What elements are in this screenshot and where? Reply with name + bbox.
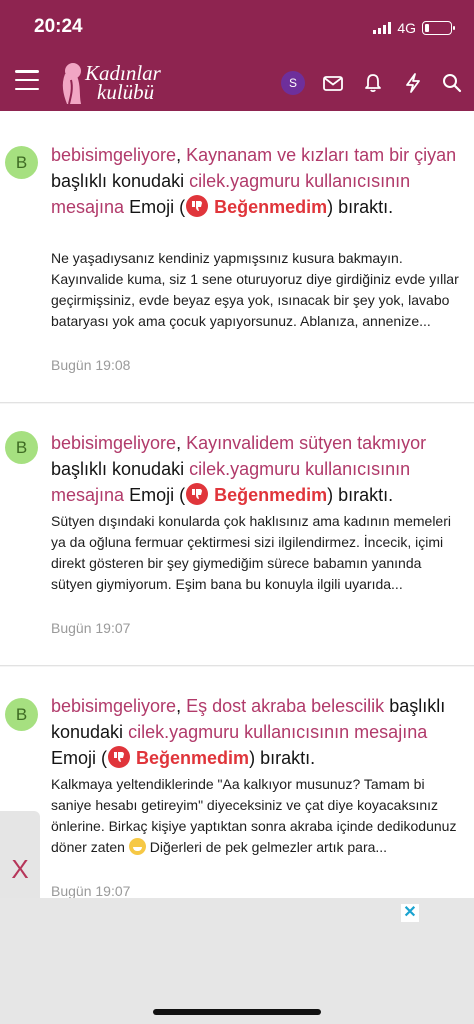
notification-title: bebisimgeliyore, Kayınvalidem sütyen tak…	[51, 433, 427, 505]
ad-close-button[interactable]: ✕	[401, 904, 419, 922]
thread-link[interactable]: Eş dost akraba belescilik	[186, 696, 384, 716]
reaction-label: Beğenmedim	[136, 748, 250, 768]
logo-text-line2: kulübü	[97, 80, 155, 104]
top-bar: 20:24 4G Kadınlar kulübü S	[0, 0, 474, 111]
notification-excerpt: Ne yaşadıysanız kendiniz yapmışsınız kus…	[51, 250, 459, 329]
bell-icon[interactable]	[362, 72, 384, 94]
emoji-word: Emoji	[129, 197, 175, 217]
end-text: bıraktı.	[260, 748, 316, 768]
notification-item[interactable]: B bebisimgeliyore, Kaynanam ve kızları t…	[0, 111, 474, 403]
mid-text: başlıklı konudaki	[51, 171, 185, 191]
status-indicators: 4G	[373, 20, 455, 36]
user-avatar[interactable]: S	[281, 71, 305, 95]
signal-icon	[373, 22, 392, 34]
user-avatar-b[interactable]: B	[5, 698, 38, 731]
mid-text: başlıklı konudaki	[51, 459, 185, 479]
app-screen: 20:24 4G Kadınlar kulübü S B bebisimgeli…	[0, 0, 474, 1024]
user-link[interactable]: bebisimgeliyore	[51, 696, 176, 716]
notification-title: bebisimgeliyore, Eş dost akraba belescil…	[51, 696, 446, 768]
status-time: 20:24	[34, 16, 83, 37]
end-text: bıraktı.	[338, 197, 394, 217]
notification-time: Bugün 19:07	[51, 883, 131, 899]
battery-level	[425, 24, 429, 32]
excerpt-part2: Diğerleri de pek gelmezler artık para...	[149, 839, 388, 855]
user-avatar-b[interactable]: B	[5, 146, 38, 179]
emoji-word: Emoji	[129, 485, 175, 505]
notification-excerpt: Sütyen dışındaki konularda çok haklısını…	[51, 513, 451, 592]
user-avatar-b[interactable]: B	[5, 431, 38, 464]
lightning-icon[interactable]	[402, 72, 424, 94]
site-logo[interactable]: Kadınlar kulübü	[59, 60, 171, 105]
notification-excerpt: Kalkmaya yeltendiklerinde "Aa kalkıyor m…	[51, 774, 459, 858]
user-link[interactable]: bebisimgeliyore	[51, 433, 176, 453]
thumbs-down-icon	[186, 483, 209, 505]
notification-time: Bugün 19:08	[51, 357, 131, 373]
mail-icon[interactable]	[322, 72, 344, 94]
reaction-label: Beğenmedim	[214, 485, 328, 505]
target-link[interactable]: cilek.yagmuru kullanıcısının mesajına	[128, 722, 427, 742]
reaction-label: Beğenmedim	[214, 197, 328, 217]
end-text: bıraktı.	[338, 485, 394, 505]
battery-icon	[422, 21, 455, 35]
notification-item[interactable]: B bebisimgeliyore, Kayınvalidem sütyen t…	[0, 404, 474, 666]
emoji-word: Emoji	[51, 748, 97, 768]
grin-emoji-icon	[128, 838, 146, 855]
thumbs-down-icon	[186, 195, 209, 217]
notification-title: bebisimgeliyore, Kaynanam ve kızları tam…	[51, 145, 457, 217]
menu-icon[interactable]	[15, 70, 39, 90]
home-indicator[interactable]	[153, 1009, 321, 1015]
network-label: 4G	[397, 20, 416, 36]
user-link[interactable]: bebisimgeliyore	[51, 145, 176, 165]
thumbs-down-icon	[108, 746, 131, 768]
notification-time: Bugün 19:07	[51, 620, 131, 636]
thread-link[interactable]: Kaynanam ve kızları tam bir çiyan	[186, 145, 456, 165]
search-icon[interactable]	[441, 72, 463, 94]
thread-link[interactable]: Kayınvalidem sütyen takmıyor	[186, 433, 426, 453]
